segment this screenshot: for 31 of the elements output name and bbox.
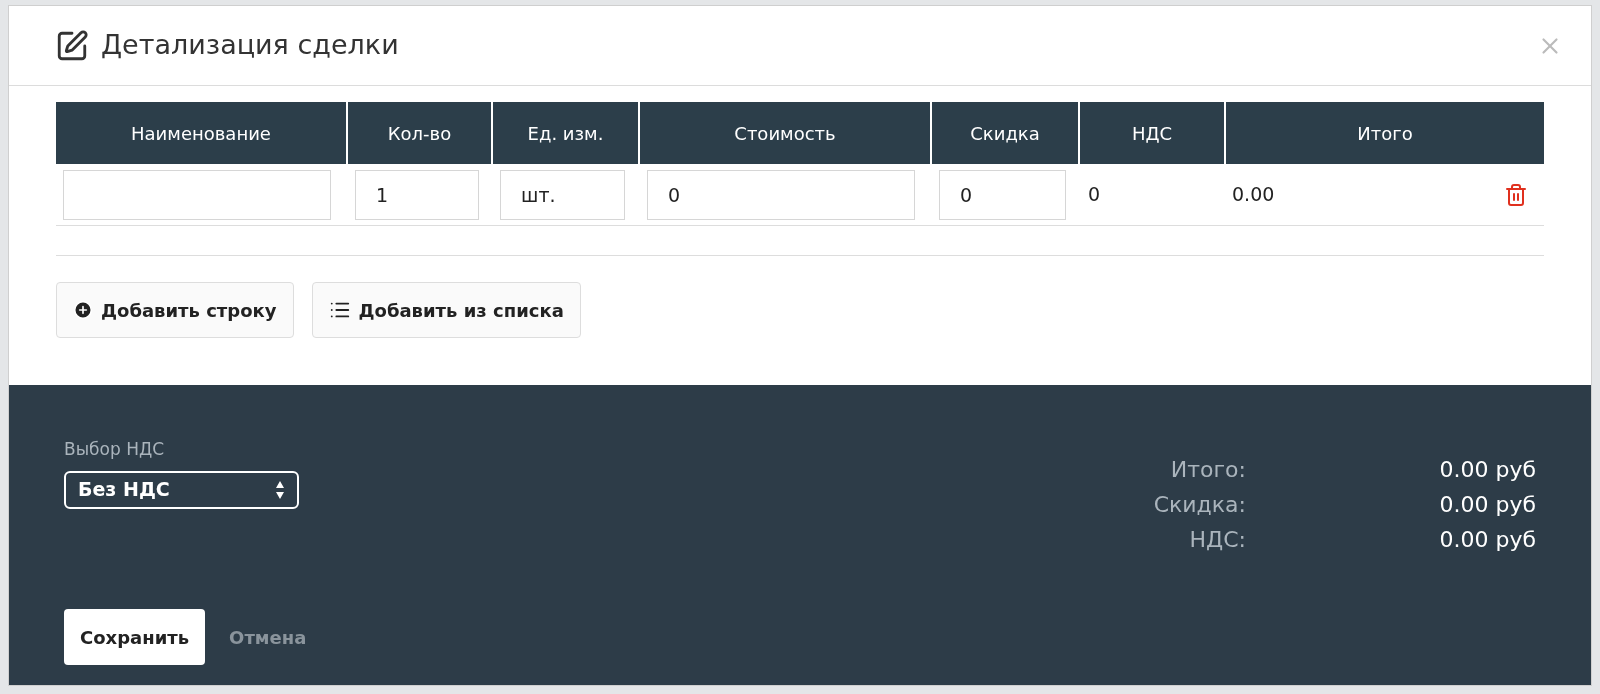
summary-value: 0.00 руб — [1438, 491, 1536, 519]
vat-select-label: Выбор НДС — [64, 438, 166, 461]
save-button[interactable]: Сохранить — [64, 609, 206, 665]
summary-label: НДС: — [1188, 526, 1246, 554]
column-header: Наименование — [56, 102, 346, 164]
cost-field[interactable]: 0 — [647, 169, 915, 220]
summary-value: 0.00 руб — [1438, 456, 1536, 484]
vat-select[interactable]: Без НДС — [64, 470, 299, 509]
name-field[interactable] — [63, 169, 331, 220]
total-value: 0.00 — [1232, 182, 1275, 208]
column-header: Ед. изм. — [493, 102, 638, 164]
delete-button[interactable] — [1504, 182, 1528, 207]
column-header: Итого — [1226, 102, 1544, 164]
summary-value: 0.00 руб — [1438, 526, 1536, 554]
dialog-title: Детализация сделки — [101, 28, 399, 63]
summary-label: Скидка: — [1153, 491, 1246, 519]
column-header: Кол-во — [348, 102, 491, 164]
plus-icon — [73, 300, 93, 320]
column-header: Скидка — [932, 102, 1078, 164]
unit-field[interactable]: шт. — [500, 169, 625, 220]
add-button[interactable]: Добавить из списка — [311, 282, 581, 338]
edit-icon — [55, 28, 89, 63]
column-header: НДС — [1080, 102, 1224, 164]
discount-field[interactable]: 0 — [939, 169, 1066, 220]
vat-value: 0 — [1088, 183, 1101, 206]
select-arrows-icon — [275, 479, 285, 500]
cancel-link[interactable]: Отмена — [229, 623, 307, 651]
quantity-field[interactable]: 1 — [355, 169, 479, 220]
column-header: Стоимость — [640, 102, 930, 164]
summary-label: Итого: — [1169, 456, 1246, 484]
add-button[interactable]: Добавить строку — [56, 282, 294, 338]
